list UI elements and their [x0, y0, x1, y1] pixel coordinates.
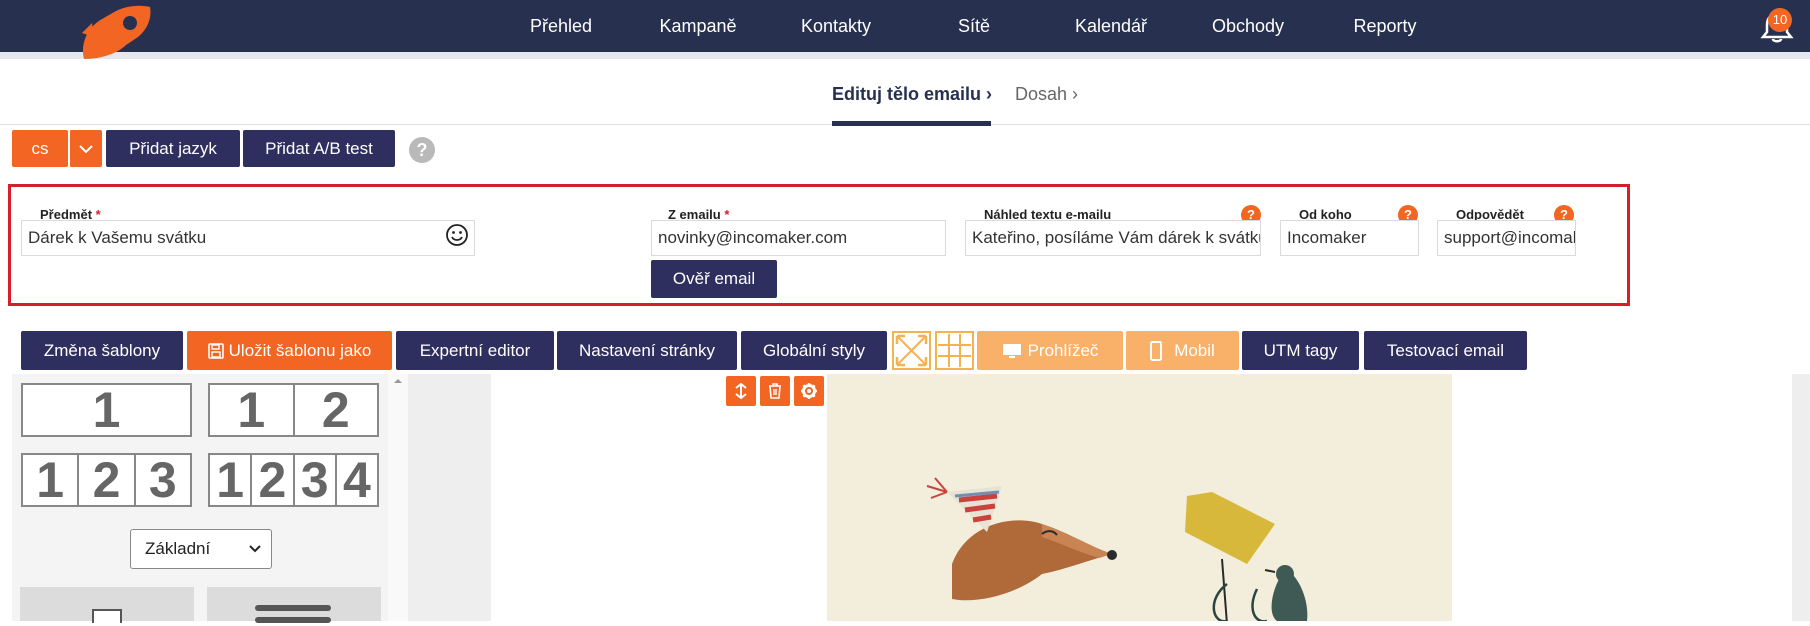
- chevron-down-icon: [249, 545, 261, 553]
- layout-cell: 2: [79, 452, 136, 508]
- layout-cell: 2: [321, 382, 350, 438]
- block-icon: [255, 617, 331, 623]
- reply-to-input[interactable]: support@incomaker.com: [1437, 220, 1576, 256]
- nav-item-prehled[interactable]: Přehled: [519, 0, 603, 52]
- layout-cell: 3: [295, 452, 337, 508]
- save-template-as-label: Uložit šablonu jako: [228, 340, 372, 360]
- layout-cell: 1: [210, 452, 253, 508]
- grid-icon[interactable]: [935, 331, 974, 370]
- save-template-as-button[interactable]: Uložit šablonu jako: [187, 331, 392, 370]
- nav-divider: [0, 52, 1810, 59]
- nav-item-reporty[interactable]: Reporty: [1349, 0, 1421, 52]
- block-icon: [255, 605, 331, 611]
- layout-four-columns[interactable]: 1 2 3 4: [208, 452, 379, 508]
- chevron-down-icon: [79, 144, 93, 153]
- test-email-button[interactable]: Testovací email: [1364, 331, 1527, 370]
- utm-tags-button[interactable]: UTM tagy: [1242, 331, 1359, 370]
- rocket-logo-icon[interactable]: [72, 3, 154, 61]
- change-template-button[interactable]: Změna šablony: [21, 331, 183, 370]
- add-ab-test-button[interactable]: Přidat A/B test: [243, 130, 395, 167]
- content-block-thumbnail[interactable]: [207, 587, 381, 623]
- nav-item-obchody[interactable]: Obchody: [1208, 0, 1288, 52]
- email-content-area[interactable]: [491, 374, 827, 621]
- layout-cell: 4: [342, 452, 371, 508]
- browser-preview-label: Prohlížeč: [1027, 340, 1099, 360]
- nav-item-kampane[interactable]: Kampaně: [652, 0, 744, 52]
- preview-text-input[interactable]: Kateřino, posíláme Vám dárek k svátku: [965, 220, 1261, 256]
- notification-count-badge: 10: [1768, 8, 1792, 32]
- subject-input[interactable]: Dárek k Vašemu svátku: [21, 220, 475, 256]
- nav-item-site[interactable]: Sítě: [950, 0, 998, 52]
- language-button[interactable]: cs: [12, 130, 68, 167]
- step-reach-label: Dosah: [1015, 84, 1068, 104]
- layout-cell: 2: [252, 452, 295, 508]
- active-step-indicator: [832, 121, 991, 126]
- browser-preview-button[interactable]: Prohlížeč: [977, 331, 1123, 370]
- nav-item-kontakty[interactable]: Kontakty: [797, 0, 875, 52]
- block-style-select-value: Základní: [145, 539, 211, 558]
- step-edit-email-body[interactable]: Edituj tělo emailu ›: [832, 84, 992, 105]
- fox-illustration: [926, 477, 1308, 625]
- step-edit-email-body-label: Edituj tělo emailu: [832, 84, 982, 104]
- layout-cell: 1: [210, 382, 295, 438]
- help-icon[interactable]: ?: [409, 137, 435, 163]
- mobile-preview-label: Mobil: [1174, 340, 1215, 360]
- layout-cell: 1: [92, 382, 121, 438]
- blocks-panel-scrollbar[interactable]: [388, 374, 408, 621]
- content-block-thumbnail[interactable]: [20, 587, 194, 623]
- verify-email-button[interactable]: Ověř email: [651, 260, 777, 298]
- language-dropdown-button[interactable]: [69, 130, 102, 167]
- fullscreen-icon[interactable]: [892, 331, 931, 370]
- chevron-right-icon: ›: [1072, 84, 1079, 104]
- step-reach[interactable]: Dosah ›: [1015, 84, 1078, 105]
- email-content-area-right: [1452, 374, 1792, 621]
- layout-cell: 3: [148, 452, 177, 508]
- save-icon: [207, 342, 224, 359]
- add-language-button[interactable]: Přidat jazyk: [106, 130, 240, 167]
- global-styles-button[interactable]: Globální styly: [741, 331, 887, 370]
- top-navigation-bar: [0, 0, 1810, 52]
- layout-three-columns[interactable]: 1 2 3: [21, 452, 192, 508]
- mobile-icon: [1150, 340, 1163, 361]
- from-name-input[interactable]: Incomaker: [1280, 220, 1419, 256]
- email-header-image[interactable]: [827, 374, 1452, 625]
- layout-one-column[interactable]: 1: [21, 382, 192, 438]
- layout-cell: 1: [23, 452, 80, 508]
- block-style-select[interactable]: Základní: [130, 529, 272, 569]
- move-block-icon[interactable]: [726, 376, 756, 406]
- mobile-preview-button[interactable]: Mobil: [1126, 331, 1239, 370]
- nav-item-kalendar[interactable]: Kalendář: [1069, 0, 1153, 52]
- emoji-picker-icon[interactable]: [445, 223, 469, 247]
- chevron-right-icon: ›: [986, 84, 993, 104]
- delete-block-icon[interactable]: [760, 376, 790, 406]
- layout-two-columns[interactable]: 1 2: [208, 382, 379, 438]
- block-settings-gear-icon[interactable]: [794, 376, 824, 406]
- from-email-input[interactable]: novinky@incomaker.com: [651, 220, 946, 256]
- scroll-up-arrow-icon[interactable]: [388, 374, 408, 388]
- monitor-icon: [1002, 343, 1021, 358]
- page-settings-button[interactable]: Nastavení stránky: [557, 331, 737, 370]
- expert-editor-button[interactable]: Expertní editor: [396, 331, 554, 370]
